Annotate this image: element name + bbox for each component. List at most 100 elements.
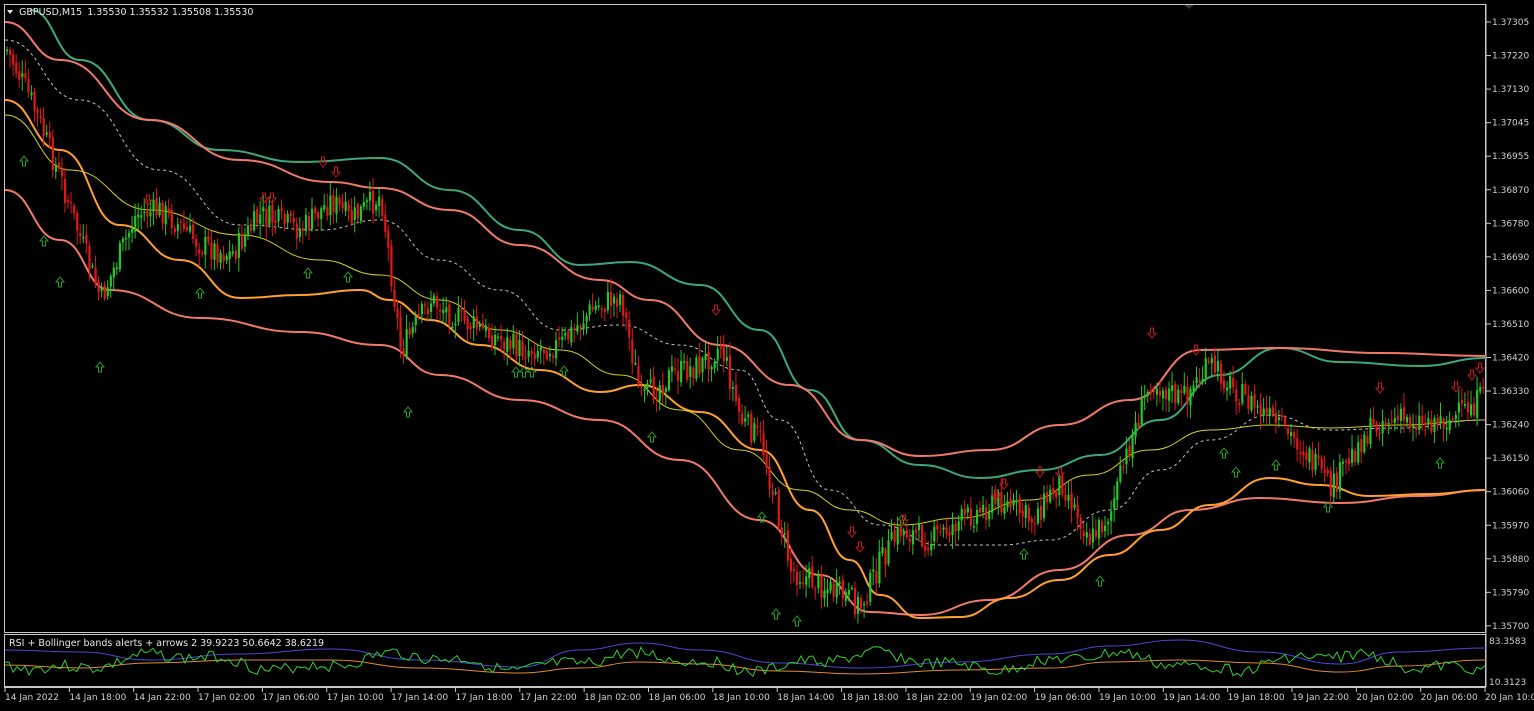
candle-body xyxy=(1473,403,1476,416)
candle-body xyxy=(832,583,835,597)
time-label: 14 Jan 18:00 xyxy=(69,693,126,703)
candle-body xyxy=(94,267,97,285)
candle-body xyxy=(433,295,436,304)
candle-body xyxy=(60,169,64,177)
candle-body xyxy=(265,208,268,227)
candle-body xyxy=(1299,452,1302,454)
candle-body xyxy=(497,336,500,339)
candle-body xyxy=(295,223,298,239)
time-label: 18 Jan 18:00 xyxy=(842,693,899,703)
candle-body xyxy=(609,292,613,307)
candle-body xyxy=(701,358,704,373)
candle-body xyxy=(765,454,768,468)
candle-body xyxy=(753,423,756,441)
price-label: 1.35880 xyxy=(1492,555,1529,565)
candle-body xyxy=(573,328,576,330)
candle-body xyxy=(307,216,311,230)
candle-body xyxy=(134,216,137,232)
candle-body xyxy=(442,310,445,314)
candle-body xyxy=(1091,528,1094,543)
time-label: 19 Jan 06:00 xyxy=(1035,693,1092,703)
candle-body xyxy=(646,383,649,388)
candle-body xyxy=(927,547,930,551)
candle-body xyxy=(725,357,728,361)
candle-body xyxy=(381,199,384,217)
candle-body xyxy=(469,326,472,330)
candle-body xyxy=(143,211,146,214)
candle-body xyxy=(878,551,881,584)
candle-body xyxy=(1046,492,1049,503)
candle-body xyxy=(533,353,536,360)
candle-body xyxy=(982,504,985,512)
time-label: 17 Jan 18:00 xyxy=(455,693,512,703)
candle-body xyxy=(600,308,603,310)
candle-body xyxy=(173,228,176,233)
candle-body xyxy=(103,285,106,299)
candle-body xyxy=(246,225,250,236)
candle-body xyxy=(1125,448,1128,465)
time-label: 14 Jan 2022 xyxy=(5,693,59,703)
candle-body xyxy=(917,523,921,531)
candle-body xyxy=(1305,452,1308,460)
candle-body xyxy=(951,524,954,536)
candle-body xyxy=(48,131,51,139)
candle-body xyxy=(1198,380,1201,382)
candle-body xyxy=(585,315,588,322)
candle-body xyxy=(1030,519,1033,523)
candle-body xyxy=(1271,407,1274,415)
candle-body xyxy=(106,287,109,297)
candle-body xyxy=(616,298,619,307)
candle-body xyxy=(506,337,509,352)
candle-body xyxy=(945,527,948,534)
candle-body xyxy=(301,228,305,232)
candle-body xyxy=(1323,469,1326,473)
candle-body xyxy=(875,570,878,584)
candle-body xyxy=(1222,380,1226,390)
candle-body xyxy=(622,295,625,316)
candle-body xyxy=(280,207,283,212)
candle-body xyxy=(82,237,85,239)
candle-body xyxy=(76,212,79,231)
candle-body xyxy=(1055,491,1058,498)
trading-chart[interactable]: 1.37305 1.37220 1.37130 1.37045 1.36955 1.368… xyxy=(0,0,1534,711)
candle-body xyxy=(1131,435,1134,459)
candle-body xyxy=(710,366,713,370)
candle-body xyxy=(707,352,710,370)
indicator-scale-top: 83.3583 xyxy=(1489,637,1526,647)
candle-body xyxy=(411,326,414,334)
candle-body xyxy=(625,313,628,319)
candle-body xyxy=(1137,422,1140,428)
candle-body xyxy=(384,214,387,233)
candle-body xyxy=(18,71,21,80)
candle-body xyxy=(1036,508,1040,524)
candle-body xyxy=(1076,504,1079,519)
candle-body xyxy=(448,304,451,325)
candle-body xyxy=(704,354,707,361)
candle-body xyxy=(521,341,524,357)
candle-body xyxy=(811,566,814,587)
candle-body xyxy=(189,225,192,232)
candle-body xyxy=(277,208,280,222)
candle-body xyxy=(97,281,100,293)
candle-body xyxy=(1165,389,1168,400)
candle-body xyxy=(283,213,286,225)
candle-body xyxy=(423,304,427,306)
candle-body xyxy=(643,389,646,391)
candle-body xyxy=(869,572,872,602)
candle-body xyxy=(1415,426,1418,430)
candle-body xyxy=(1021,510,1024,517)
candle-body xyxy=(271,204,274,223)
time-label: 17 Jan 22:00 xyxy=(520,693,577,703)
candle-body xyxy=(850,587,854,590)
candle-body xyxy=(500,336,503,341)
candle-body xyxy=(292,217,295,223)
candle-body xyxy=(378,196,381,206)
candle-body xyxy=(121,238,125,243)
candle-body xyxy=(1381,420,1384,434)
candle-body xyxy=(234,250,237,259)
price-label: 1.35700 xyxy=(1492,622,1529,632)
candle-body xyxy=(481,322,484,329)
candle-body xyxy=(1146,391,1149,396)
candle-body xyxy=(1097,519,1101,539)
candle-body xyxy=(802,582,805,584)
